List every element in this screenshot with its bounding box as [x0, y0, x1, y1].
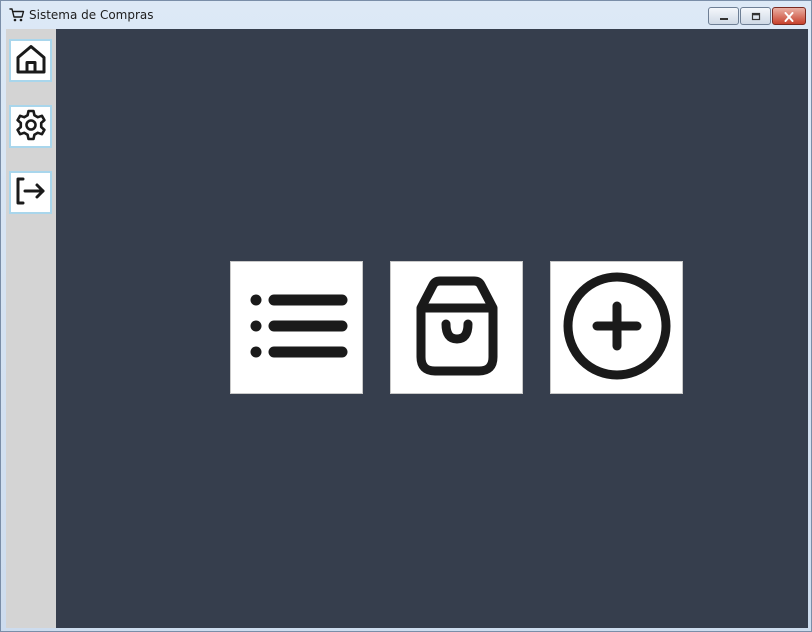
sidebar	[6, 29, 56, 628]
plus-circle-icon	[561, 270, 673, 386]
logout-icon	[14, 174, 48, 212]
window-title: Sistema de Compras	[29, 8, 154, 22]
home-icon	[14, 42, 48, 80]
sidebar-item-home[interactable]	[9, 39, 52, 82]
sidebar-item-logout[interactable]	[9, 171, 52, 214]
main-content	[6, 29, 808, 628]
shopping-bag-icon	[402, 271, 512, 385]
minimize-icon	[718, 7, 730, 26]
list-icon	[242, 271, 352, 385]
sidebar-item-settings[interactable]	[9, 105, 52, 148]
close-icon	[783, 7, 795, 26]
add-tile-button[interactable]	[550, 261, 683, 394]
purchases-tile-button[interactable]	[390, 261, 523, 394]
maximize-button[interactable]	[740, 7, 771, 25]
app-window: Sistema de Compras	[0, 0, 812, 632]
minimize-button[interactable]	[708, 7, 739, 25]
title-bar[interactable]: Sistema de Compras	[1, 1, 811, 28]
close-button[interactable]	[772, 7, 806, 25]
gear-icon	[14, 108, 48, 146]
maximize-icon	[750, 7, 762, 26]
list-tile-button[interactable]	[230, 261, 363, 394]
shopping-cart-icon	[9, 7, 25, 23]
